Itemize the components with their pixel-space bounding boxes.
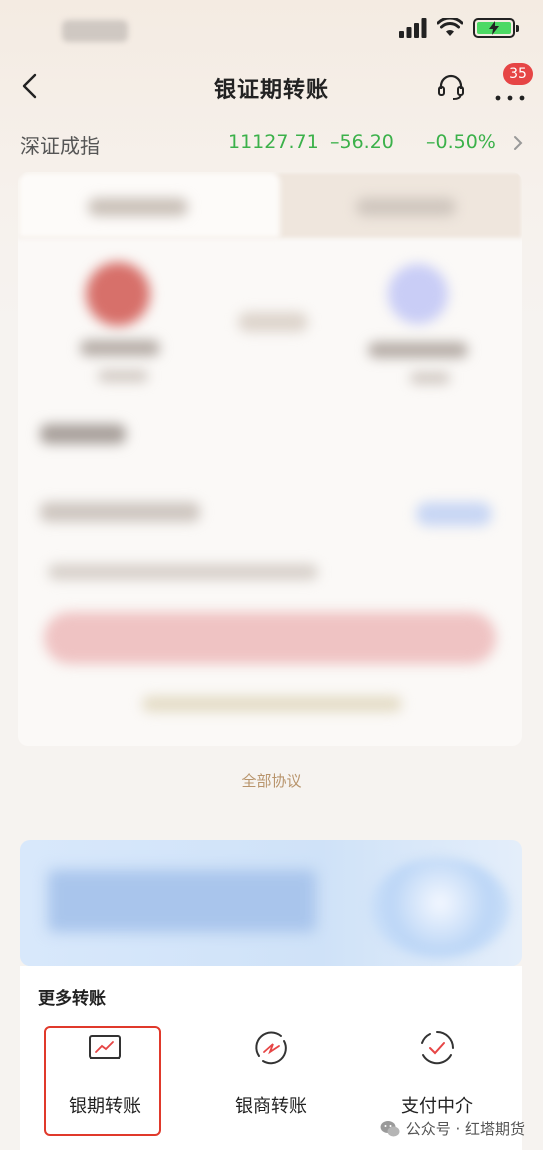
input-action-blur	[416, 502, 492, 526]
wechat-icon	[380, 1120, 400, 1136]
check-circle-icon	[421, 1031, 454, 1065]
status-bar	[0, 0, 543, 60]
watermark-text: 公众号 · 红塔期货	[405, 1120, 525, 1138]
tab-label-blur	[88, 198, 188, 216]
banner-text-blur	[48, 870, 316, 932]
promo-banner[interactable]	[20, 840, 522, 966]
tab-label-blur	[356, 198, 456, 216]
section-label-blur	[40, 424, 126, 444]
arrow-blur	[238, 312, 308, 332]
footer-links-blur	[142, 696, 402, 712]
section-title: 更多转账	[38, 989, 106, 1009]
account-logo-blur	[388, 264, 448, 324]
all-protocols-link[interactable]: 全部协议	[0, 770, 543, 791]
bank-logo-blur	[86, 262, 150, 326]
index-name: 深证成指	[20, 134, 100, 158]
index-percent: –0.50%	[426, 131, 496, 153]
navigation-bar: 银证期转账	[0, 60, 543, 112]
wifi-icon	[437, 18, 463, 36]
text-blur	[98, 370, 148, 382]
notification-badge: 35	[503, 63, 533, 85]
index-change: –56.20	[330, 131, 394, 153]
payment-intermediary-item[interactable]: 支付中介	[362, 1028, 512, 1128]
item-label: 支付中介	[401, 1096, 473, 1117]
status-time	[62, 20, 128, 42]
transfer-card-blurred	[18, 172, 522, 746]
battery-icon	[473, 18, 519, 38]
submit-button-blur	[44, 612, 496, 664]
highlight-annotation	[44, 1026, 161, 1136]
item-label: 银商转账	[235, 1096, 307, 1117]
index-ticker[interactable]: 深证成指 11127.71 –56.20 –0.50%	[0, 120, 543, 166]
banner-image-blur	[370, 858, 510, 958]
bank-merchant-transfer-item[interactable]: 银商转账	[196, 1028, 346, 1128]
status-icons	[399, 18, 519, 38]
text-blur	[410, 372, 450, 384]
input-blur	[40, 502, 200, 522]
text-blur	[368, 342, 468, 358]
text-blur	[80, 340, 160, 356]
watermark: 公众号 · 红塔期货	[380, 1118, 525, 1139]
index-value: 11127.71	[228, 131, 319, 153]
arrow-circle-icon	[255, 1031, 287, 1065]
chevron-right-icon	[514, 136, 523, 150]
customer-service-icon[interactable]	[436, 72, 466, 102]
signal-icon	[399, 18, 427, 38]
hint-blur	[48, 564, 318, 580]
